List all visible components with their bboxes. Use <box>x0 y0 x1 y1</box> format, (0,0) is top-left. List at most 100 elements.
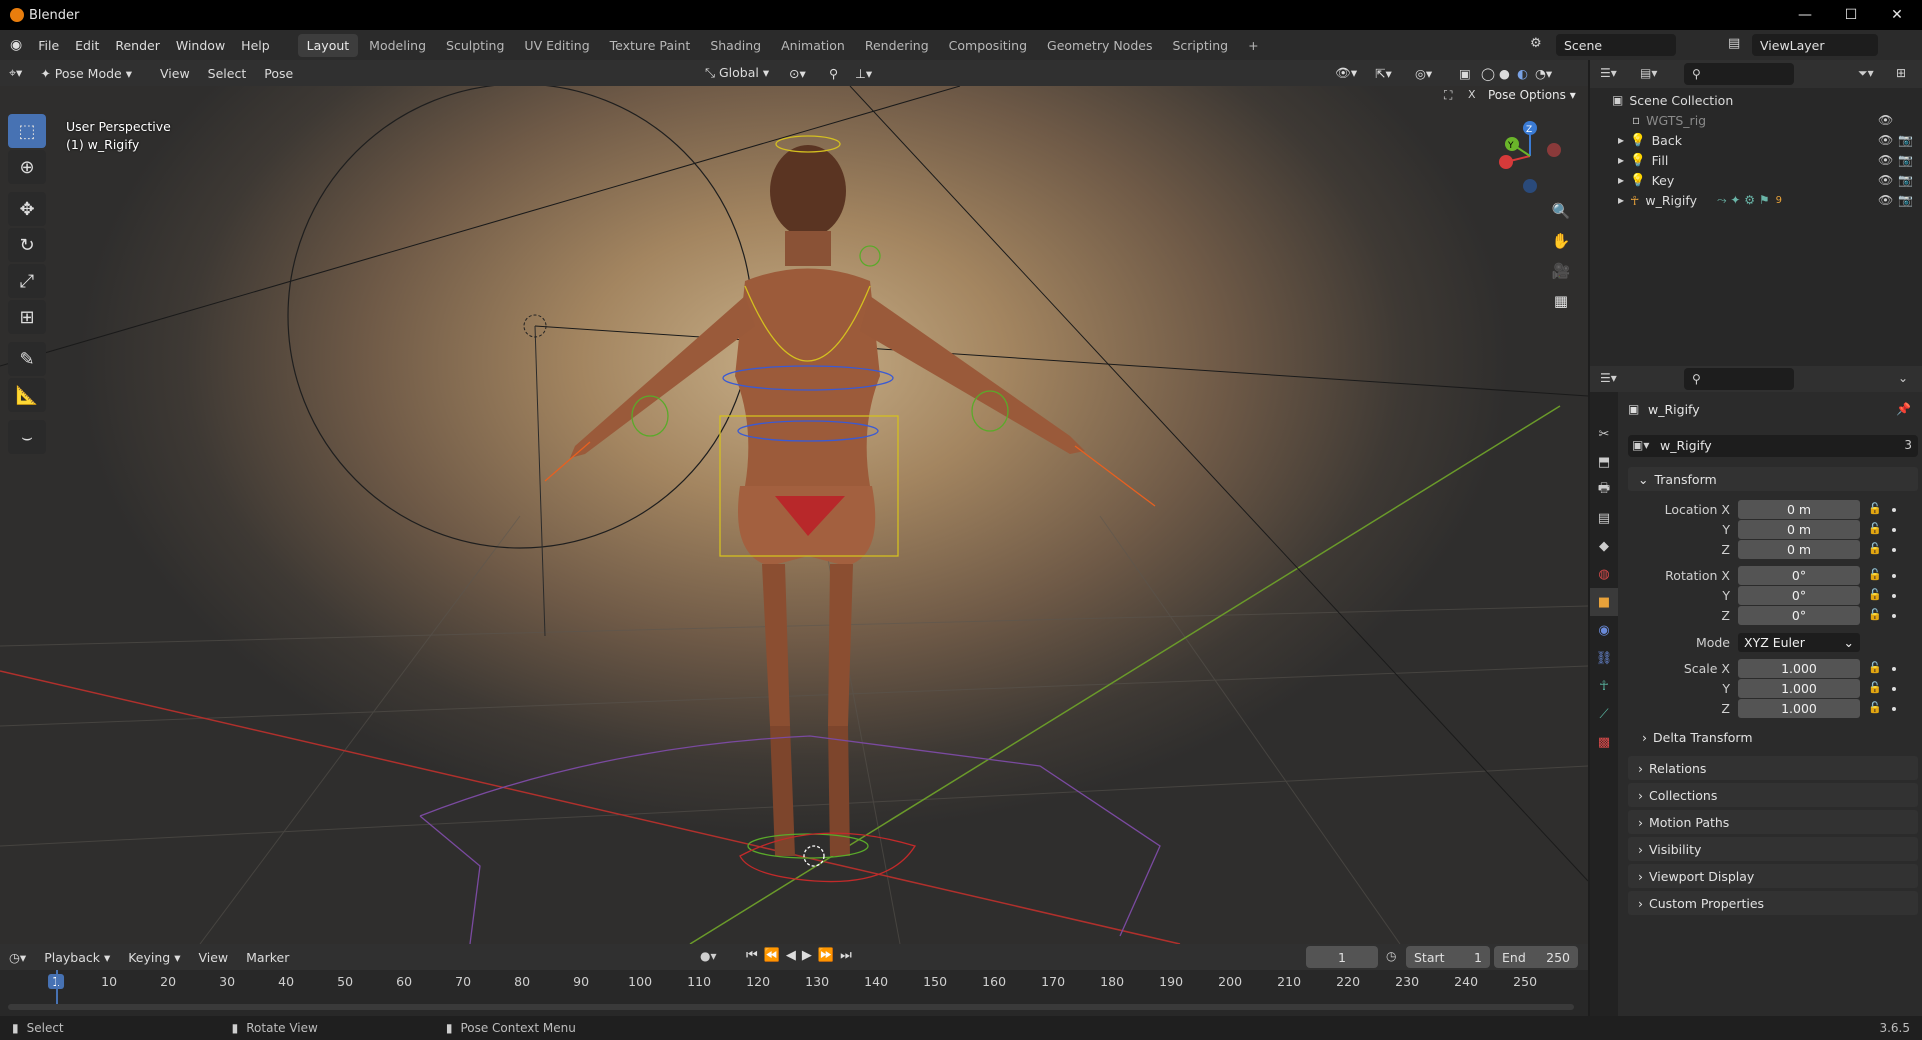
eye-icon[interactable]: 👁 <box>1878 193 1893 207</box>
tab-geometry-nodes[interactable]: Geometry Nodes <box>1038 34 1161 57</box>
rotation-y-field[interactable]: 0° <box>1738 586 1860 605</box>
outliner-item[interactable]: ▫ WGTS_rig 👁 <box>1590 110 1922 130</box>
start-frame-field[interactable]: Start 1 <box>1406 946 1490 968</box>
tab-animation[interactable]: Animation <box>772 34 854 57</box>
scale-z-field[interactable]: 1.000 <box>1738 699 1860 718</box>
lock-icon[interactable]: 🔓 <box>1868 542 1882 555</box>
menu-select[interactable]: Select <box>199 66 256 81</box>
outliner-item[interactable]: ▸ 💡 Back 👁 📷 <box>1590 130 1922 150</box>
keyframe-dot-icon[interactable] <box>1892 614 1896 618</box>
rotation-mode-dropdown[interactable]: XYZ Euler ⌄ <box>1738 633 1860 652</box>
tab-sculpting[interactable]: Sculpting <box>437 34 513 57</box>
expand-arrow-icon[interactable]: ▸ <box>1618 193 1624 207</box>
lock-icon[interactable]: 🔓 <box>1868 568 1882 581</box>
scene-tab-icon[interactable]: ◆ <box>1590 532 1618 560</box>
select-box-tool[interactable]: ⬚ <box>8 114 46 148</box>
menu-file[interactable]: File <box>30 38 67 53</box>
auto-keying-icon[interactable]: ●▾ <box>700 949 717 963</box>
transform-panel-header[interactable]: ⌄ Transform <box>1628 467 1918 491</box>
menu-help[interactable]: Help <box>233 38 278 53</box>
menu-edit[interactable]: Edit <box>67 38 107 53</box>
transform-orientation-dropdown[interactable]: ⤡ Global ▾ <box>696 65 778 81</box>
relations-panel-header[interactable]: › Relations <box>1628 756 1918 780</box>
new-collection-icon[interactable]: ⊞ <box>1896 66 1906 80</box>
menu-timeline-view[interactable]: View <box>189 950 237 965</box>
outliner-item[interactable]: ▸ 💡 Key 👁 📷 <box>1590 170 1922 190</box>
menu-keying[interactable]: Keying ▾ <box>119 950 189 965</box>
menu-window[interactable]: Window <box>168 38 233 53</box>
display-mode-icon[interactable]: ▤▾ <box>1640 66 1657 80</box>
lock-icon[interactable]: 🔓 <box>1868 588 1882 601</box>
motion-paths-panel-header[interactable]: › Motion Paths <box>1628 810 1918 834</box>
move-tool[interactable]: ✥ <box>8 192 46 226</box>
lock-icon[interactable]: 🔓 <box>1868 608 1882 621</box>
snap-target-icon[interactable]: ⊥▾ <box>846 66 881 81</box>
menu-view[interactable]: View <box>151 66 199 81</box>
navigation-gizmo[interactable]: Z Y <box>1490 116 1570 196</box>
object-tab-icon[interactable]: ■ <box>1590 588 1618 616</box>
outliner-search-input[interactable]: ⚲ <box>1684 63 1794 85</box>
add-workspace-icon[interactable]: + <box>1239 34 1267 57</box>
bone-tab-icon[interactable]: ⟋ <box>1590 700 1618 728</box>
keyframe-dot-icon[interactable] <box>1892 594 1896 598</box>
keyframe-dot-icon[interactable] <box>1892 574 1896 578</box>
keyframe-dot-icon[interactable] <box>1892 508 1896 512</box>
timeline[interactable]: 1102030405060708090100110120130140150160… <box>0 970 1588 1016</box>
scale-y-field[interactable]: 1.000 <box>1738 679 1860 698</box>
view-layer-selector[interactable]: ViewLayer <box>1752 34 1878 56</box>
rotation-z-field[interactable]: 0° <box>1738 606 1860 625</box>
tab-shading[interactable]: Shading <box>701 34 770 57</box>
menu-playback[interactable]: Playback ▾ <box>35 950 119 965</box>
lock-icon[interactable]: 🔓 <box>1868 701 1882 714</box>
scale-x-field[interactable]: 1.000 <box>1738 659 1860 678</box>
annotate-tool[interactable]: ✎ <box>8 342 46 376</box>
measure-tool[interactable]: 📐 <box>8 378 46 412</box>
view-layer-icon[interactable]: ▤ <box>1728 36 1740 51</box>
lock-icon[interactable]: 🔓 <box>1868 522 1882 535</box>
outliner-item[interactable]: ▸ 💡 Fill 👁 📷 <box>1590 150 1922 170</box>
lock-icon[interactable]: 🔓 <box>1868 681 1882 694</box>
eye-icon[interactable]: 👁 <box>1878 173 1893 187</box>
camera-view-icon[interactable]: 🎥 <box>1548 258 1574 284</box>
snap-icon[interactable]: ⚲ <box>820 66 847 81</box>
scene-icon[interactable]: ⚙ <box>1530 36 1542 51</box>
end-frame-field[interactable]: End 250 <box>1494 946 1578 968</box>
collections-panel-header[interactable]: › Collections <box>1628 783 1918 807</box>
tool-tab-icon[interactable]: ✂ <box>1590 420 1618 448</box>
keyframe-dot-icon[interactable] <box>1892 687 1896 691</box>
cursor-tool[interactable]: ⊕ <box>8 150 46 184</box>
view-layer-tab-icon[interactable]: ▤ <box>1590 504 1618 532</box>
custom-properties-panel-header[interactable]: › Custom Properties <box>1628 891 1918 915</box>
menu-marker[interactable]: Marker <box>237 950 298 965</box>
clock-icon[interactable]: ◷ <box>1386 949 1396 963</box>
ortho-grid-icon[interactable]: ▦ <box>1548 288 1574 314</box>
rotate-tool[interactable]: ↻ <box>8 228 46 262</box>
tab-rendering[interactable]: Rendering <box>856 34 938 57</box>
camera-icon[interactable]: 📷 <box>1898 153 1913 167</box>
location-x-field[interactable]: 0 m <box>1738 500 1860 519</box>
eye-icon[interactable]: 👁 <box>1878 113 1893 127</box>
timeline-scrollbar[interactable] <box>8 1004 1574 1010</box>
world-tab-icon[interactable]: ◍ <box>1590 560 1618 588</box>
current-frame-field[interactable]: 1 <box>1306 946 1378 968</box>
armature-data-tab-icon[interactable]: ☥ <box>1590 672 1618 700</box>
tab-uv-editing[interactable]: UV Editing <box>515 34 598 57</box>
gizmo-icon[interactable]: ⇱▾ <box>1366 66 1401 81</box>
timeline-editor-type-icon[interactable]: ◷▾ <box>0 950 35 965</box>
expand-arrow-icon[interactable]: ▸ <box>1618 173 1624 187</box>
shading-rendered-icon[interactable]: ◔▾ <box>1526 66 1561 81</box>
overlays-icon[interactable]: ◎▾ <box>1406 66 1441 81</box>
maximize-button[interactable]: ☐ <box>1828 0 1874 30</box>
visibility-panel-header[interactable]: › Visibility <box>1628 837 1918 861</box>
zoom-icon[interactable]: 🔍 <box>1548 198 1574 224</box>
editor-type-icon[interactable]: ⌖▾ <box>0 65 31 81</box>
eye-icon[interactable]: 👁 <box>1878 153 1893 167</box>
mode-selector[interactable]: ✦ Pose Mode ▾ <box>31 66 141 81</box>
physics-tab-icon[interactable]: ◉ <box>1590 616 1618 644</box>
location-z-field[interactable]: 0 m <box>1738 540 1860 559</box>
datablock-field[interactable]: ▣▾ w_Rigify 3 <box>1628 435 1918 457</box>
lock-icon[interactable]: 🔓 <box>1868 661 1882 674</box>
properties-editor-type-icon[interactable]: ☰▾ <box>1600 371 1617 385</box>
chevron-down-icon[interactable]: ⌄ <box>1898 371 1908 385</box>
transform-tool[interactable]: ⊞ <box>8 300 46 334</box>
